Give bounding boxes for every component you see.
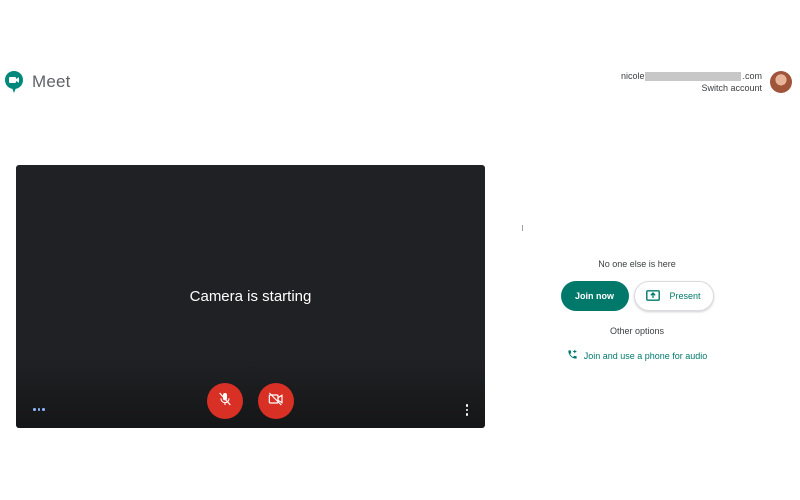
videocam-off-icon	[267, 391, 285, 412]
app-name: Meet	[32, 72, 71, 91]
meet-prejoin-page: Meet nicole .com Switch account Camera i…	[0, 0, 800, 500]
mic-off-icon	[217, 391, 233, 412]
email-redaction	[645, 71, 742, 81]
more-horizontal-icon[interactable]	[33, 408, 45, 411]
camera-toggle-button[interactable]	[258, 383, 294, 419]
video-preview: Camera is starting	[16, 165, 485, 428]
meet-logo[interactable]: Meet	[4, 70, 71, 94]
account-email-suffix: .com	[742, 71, 762, 81]
camera-status-text: Camera is starting	[189, 288, 312, 305]
more-vertical-icon[interactable]	[465, 404, 468, 416]
participants-status: No one else is here	[598, 259, 676, 269]
join-now-label: Join now	[575, 291, 614, 301]
avatar[interactable]	[770, 71, 792, 93]
join-panel: No one else is here Join now Present Oth…	[537, 255, 737, 362]
mic-toggle-button[interactable]	[207, 383, 243, 419]
divider-mark	[522, 225, 523, 231]
other-options-label: Other options	[609, 326, 665, 336]
phone-add-icon	[567, 349, 578, 362]
account-info: nicole .com Switch account	[621, 70, 762, 94]
account-email: nicole .com	[621, 70, 762, 82]
phone-audio-link[interactable]: Join and use a phone for audio	[537, 349, 737, 362]
join-now-button[interactable]: Join now	[560, 281, 629, 311]
account-email-prefix: nicole	[620, 71, 645, 81]
present-label: Present	[669, 291, 701, 301]
meet-logo-icon	[4, 70, 24, 94]
present-button[interactable]: Present	[633, 281, 714, 311]
present-screen-icon	[646, 289, 661, 303]
preview-controls-scrim	[16, 358, 485, 428]
join-actions: Join now Present	[537, 281, 737, 311]
switch-account-link[interactable]: Switch account	[621, 82, 762, 94]
phone-audio-label: Join and use a phone for audio	[583, 350, 708, 361]
